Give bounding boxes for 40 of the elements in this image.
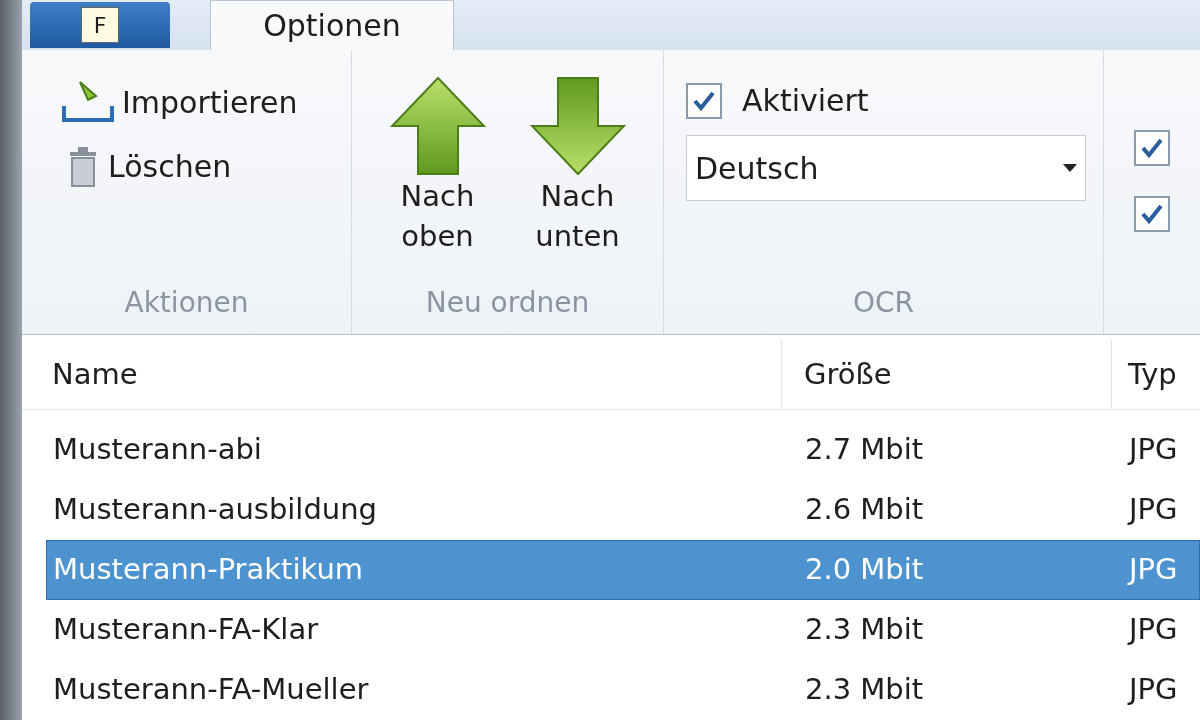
- column-header[interactable]: Größe: [782, 340, 1112, 409]
- up-arrow-icon: [389, 76, 486, 176]
- table-cell-text: 2.0 Mbit: [804, 551, 925, 589]
- delete-button[interactable]: Löschen: [60, 144, 351, 189]
- table-cell-text: 2.3 Mbit: [804, 671, 925, 709]
- checkbox[interactable]: [1134, 196, 1170, 232]
- file-row[interactable]: Musterann-FA-Mueller 2.3 Mbit JPG: [46, 660, 1200, 720]
- table-cell-text: 2.3 Mbit: [804, 611, 925, 649]
- table-cell-text: JPG: [1126, 671, 1178, 709]
- column-header[interactable]: Name: [22, 340, 782, 409]
- move-up-button[interactable]: Nach oben: [382, 76, 493, 282]
- column-header[interactable]: Typ: [1112, 340, 1200, 409]
- trash-icon: [68, 145, 98, 188]
- table-cell-text: Musterann-abi: [52, 431, 263, 469]
- caret-icon: [1063, 164, 1077, 172]
- table-cell-text: JPG: [1126, 551, 1178, 589]
- file-row[interactable]: Musterann-ausbildung 2.6 Mbit JPG: [46, 480, 1200, 540]
- checkbox-label: Aktiviert: [742, 82, 869, 120]
- checkbox[interactable]: [686, 82, 722, 119]
- ribbon-tab[interactable]: Optionen: [210, 0, 454, 50]
- group-label: Aktionen: [123, 285, 250, 321]
- table-cell-text: Musterann-FA-Klar: [52, 611, 320, 649]
- file-row[interactable]: Musterann-abi 2.7 Mbit JPG: [46, 420, 1200, 480]
- table-cell-text: Musterann-ausbildung: [52, 491, 378, 529]
- language-dropdown[interactable]: Deutsch: [686, 135, 1086, 201]
- group-label: OCR: [851, 285, 915, 321]
- table-cell-text: JPG: [1126, 431, 1178, 469]
- table-cell-text: 2.7 Mbit: [804, 431, 925, 469]
- table-cell-text: Musterann-Praktikum: [52, 551, 365, 589]
- table-cell-text: JPG: [1126, 611, 1178, 649]
- table-cell-text: JPG: [1126, 491, 1178, 529]
- import-button[interactable]: Importieren: [60, 78, 351, 126]
- group-label: Neu ordnen: [424, 285, 591, 321]
- down-arrow-icon: [529, 76, 626, 176]
- file-menu-tab[interactable]: F: [30, 2, 170, 48]
- file-row[interactable]: Musterann-FA-Klar 2.3 Mbit JPG: [46, 600, 1200, 660]
- table-cell-text: 2.6 Mbit: [804, 491, 925, 529]
- move-down-button[interactable]: Nach unten: [522, 76, 633, 282]
- table-cell-text: Musterann-FA-Mueller: [52, 671, 370, 709]
- checkbox[interactable]: [1134, 130, 1170, 166]
